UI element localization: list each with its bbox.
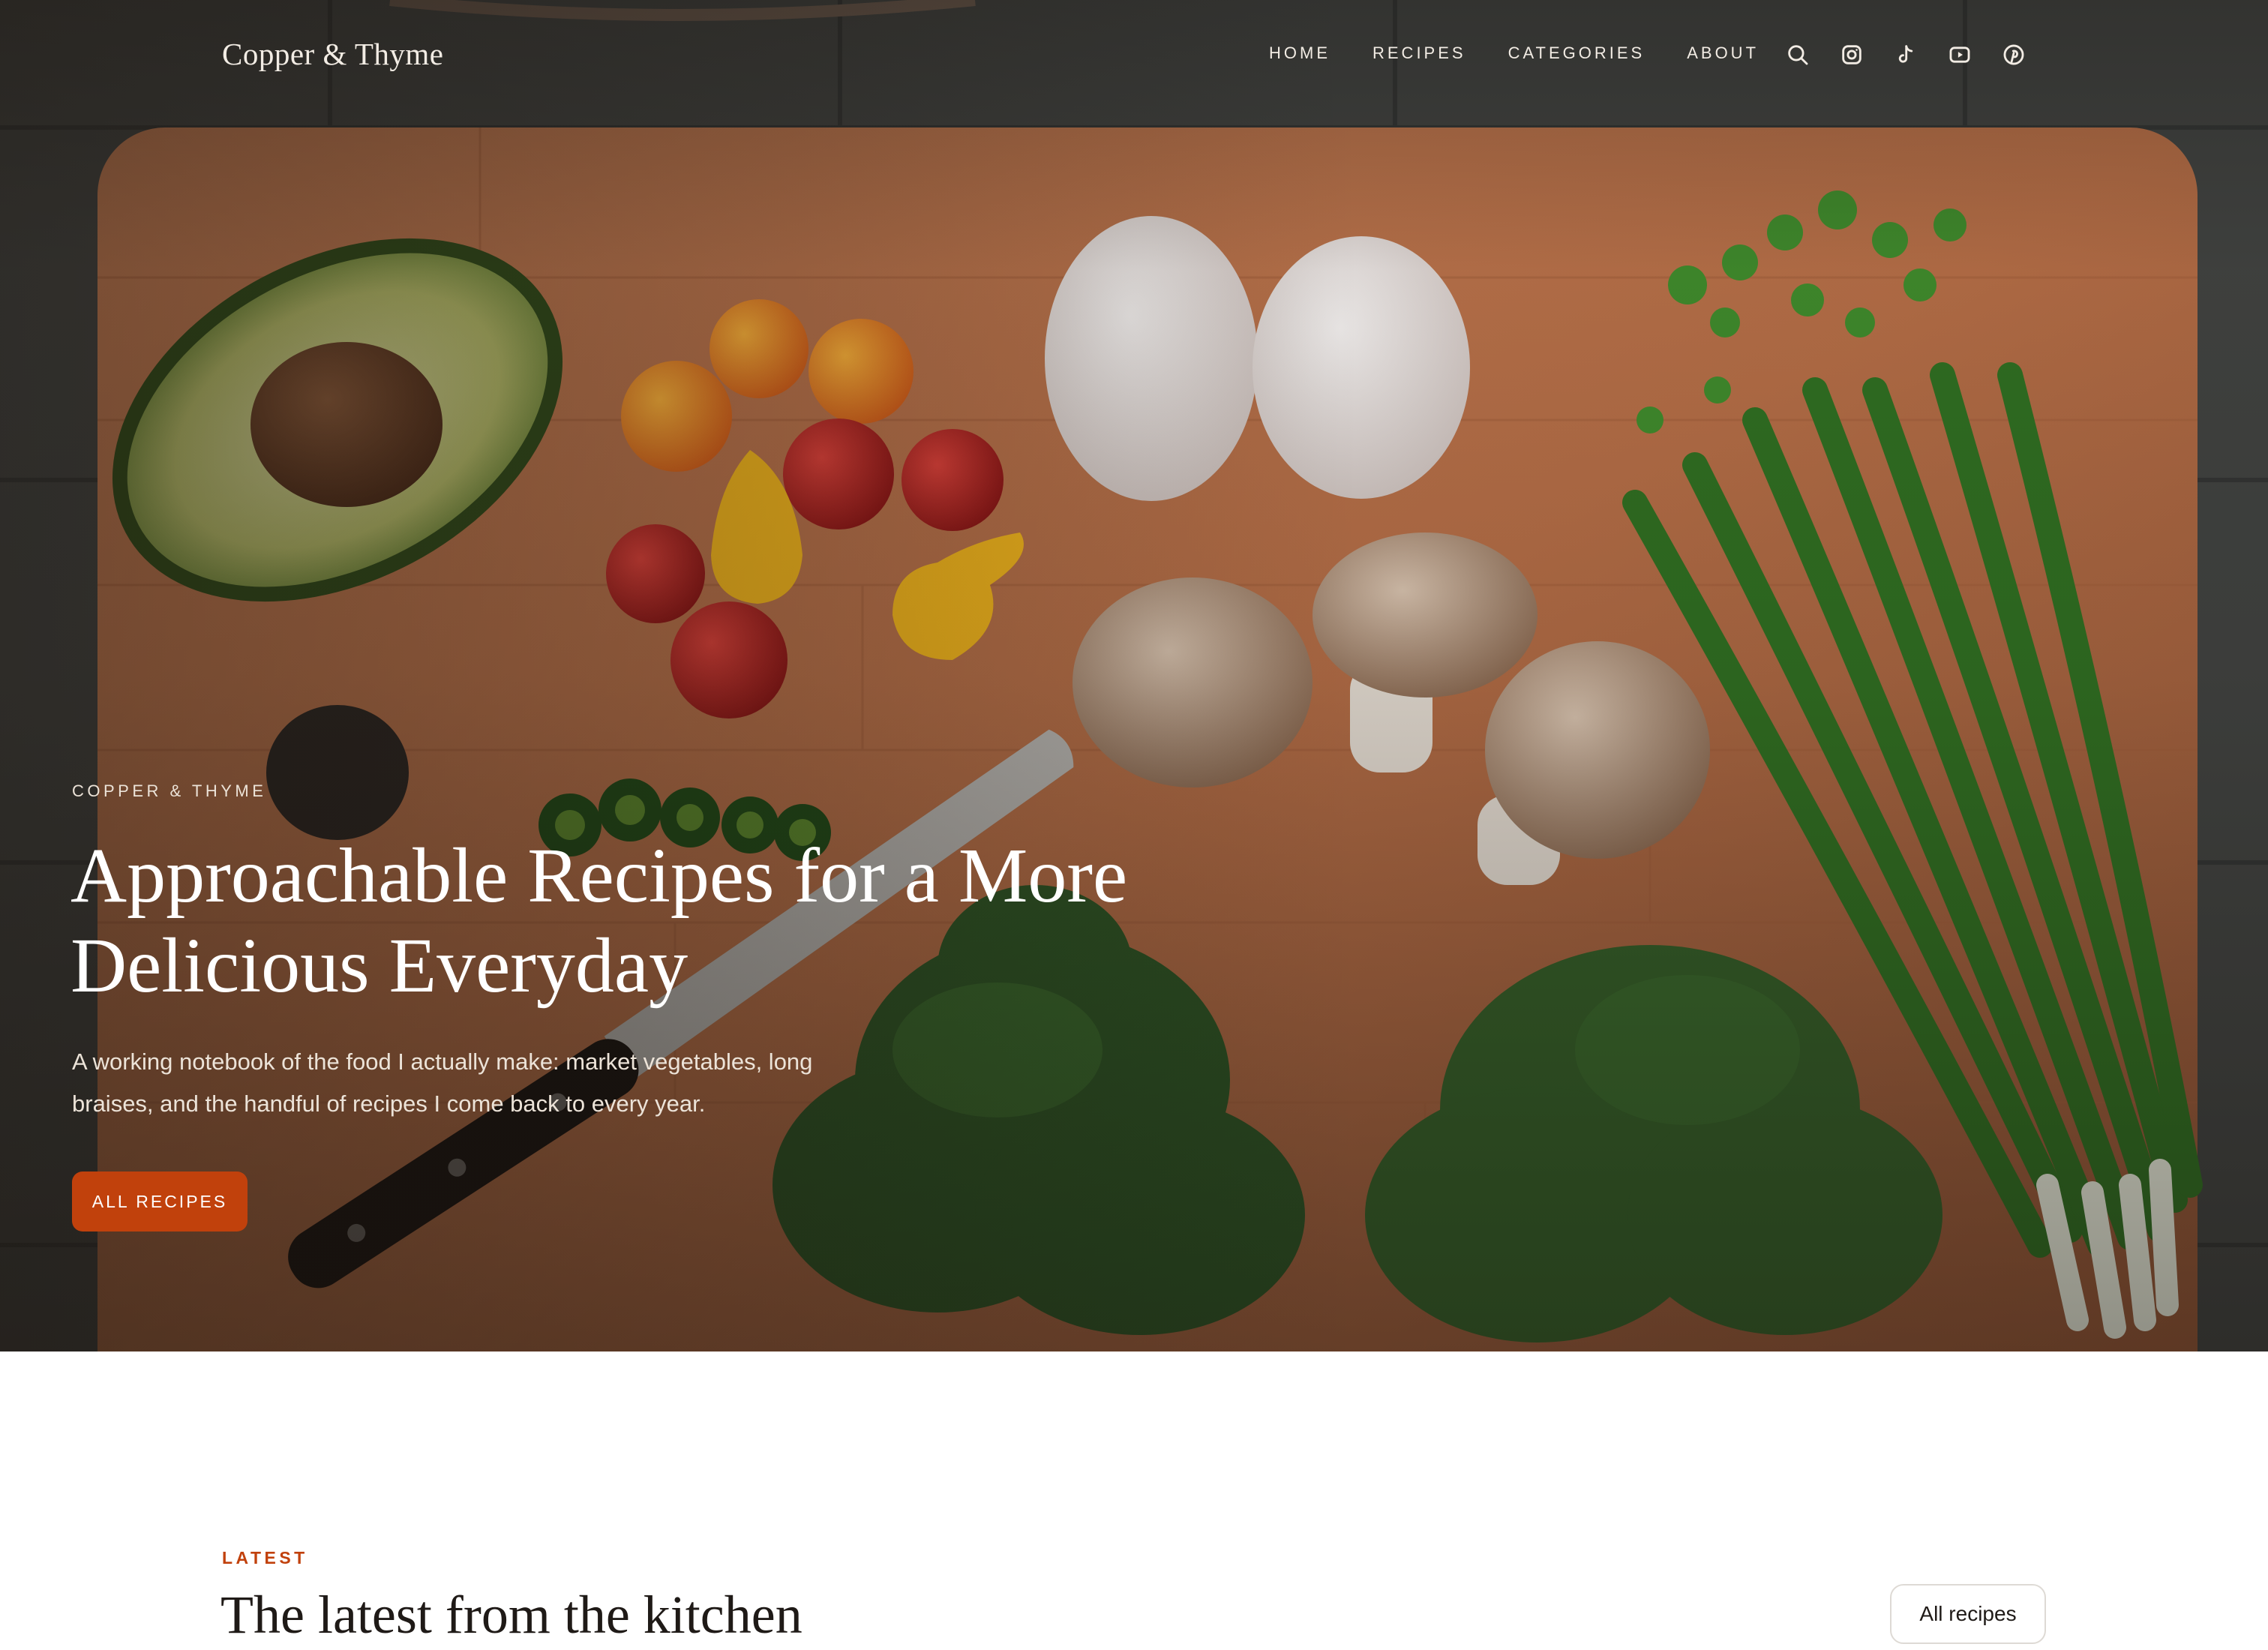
main-nav: HOME RECIPES CATEGORIES ABOUT [1269, 44, 1801, 63]
nav-recipes[interactable]: RECIPES [1372, 44, 1466, 63]
hero-title: Approachable Recipes for a More Deliciou… [70, 832, 1128, 1009]
nav-about[interactable]: ABOUT [1687, 44, 1759, 63]
instagram-icon[interactable] [1838, 40, 1866, 69]
all-recipes-cta-button[interactable]: ALL RECIPES [72, 1172, 248, 1232]
tiktok-icon[interactable] [1892, 40, 1920, 69]
nav-home[interactable]: HOME [1269, 44, 1330, 63]
youtube-icon[interactable] [1946, 40, 1974, 69]
nav-categories[interactable]: CATEGORIES [1508, 44, 1646, 63]
hero-kicker: COPPER & THYME [72, 782, 267, 800]
search-icon[interactable] [1784, 40, 1812, 69]
pinterest-icon[interactable] [2000, 40, 2028, 69]
latest-label: LATEST [222, 1548, 308, 1568]
nav-icon-group [1784, 40, 2054, 69]
hero-subtitle: A working notebook of the food I actuall… [72, 1048, 813, 1117]
site-logo[interactable]: Copper & Thyme [222, 36, 443, 72]
hero-overlay-left [0, 0, 2268, 1352]
all-recipes-button[interactable]: All recipes [1890, 1584, 2046, 1644]
latest-title: The latest from the kitchen [220, 1585, 802, 1645]
hero-section: Copper & Thyme HOME RECIPES CATEGORIES A… [0, 0, 2268, 1352]
site-header: Copper & Thyme HOME RECIPES CATEGORIES A… [0, 0, 2268, 112]
